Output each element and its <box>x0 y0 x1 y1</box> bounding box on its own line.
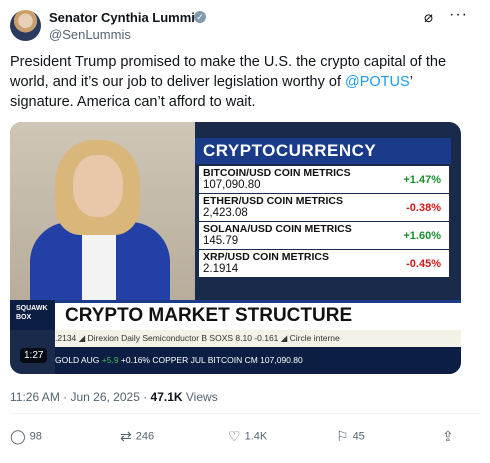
author-handle[interactable]: @SenLummis <box>49 27 131 42</box>
divider <box>10 413 480 414</box>
metric-row: ETHER/USD COIN METRICS 2,423.08 -0.38% <box>199 194 449 221</box>
views-count: 47.1K <box>150 390 183 404</box>
metric-row: BITCOIN/USD COIN METRICS 107,090.80 +1.4… <box>199 166 449 193</box>
metric-label: SOLANA/USD COIN METRICS <box>203 223 352 235</box>
more-options-icon[interactable]: ··· <box>449 6 468 24</box>
stock-ticker-bottom: GOLD AUG +5.9 +0.16% COPPER JUL BITCOIN … <box>55 347 461 374</box>
retweet-button[interactable]: ⇄ 246 <box>120 428 154 445</box>
crypto-panel: CRYPTOCURRENCY BITCOIN/USD COIN METRICS … <box>195 138 451 298</box>
share-icon: ⇪ <box>442 428 454 444</box>
panel-title: CRYPTOCURRENCY <box>195 138 451 164</box>
lower-third-banner: CRYPTO MARKET STRUCTURE <box>55 300 461 330</box>
metric-row: XRP/USD COIN METRICS 2.1914 -0.45% <box>199 250 449 277</box>
tweet-text: President Trump promised to make the U.S… <box>10 52 480 112</box>
mention-link[interactable]: @POTUS <box>345 74 410 90</box>
ticker-gold-change: +5.9 <box>101 355 119 365</box>
author-name[interactable]: Senator Cynthia Lummis <box>49 10 202 25</box>
metric-label: BITCOIN/USD COIN METRICS <box>203 167 351 179</box>
like-icon: ♡ <box>228 428 241 444</box>
share-button[interactable]: ⇪ <box>442 428 458 445</box>
tweet-meta: 11:26 AM · Jun 26, 2025 · 47.1K Views <box>10 390 218 404</box>
metric-label: XRP/USD COIN METRICS <box>203 251 330 263</box>
metric-change: -0.45% <box>406 258 441 270</box>
stock-ticker-top: .2134 ◢ Direxion Daily Semiconductor B S… <box>55 330 461 347</box>
avatar[interactable] <box>10 10 41 41</box>
bookmark-icon: ⚐ <box>336 428 349 444</box>
metric-change: +1.60% <box>403 230 441 242</box>
reply-count: 98 <box>29 430 42 443</box>
speaker-face <box>73 155 123 217</box>
metric-price: 2.1914 <box>203 263 239 275</box>
metric-price: 107,090.80 <box>203 179 261 191</box>
bookmark-button[interactable]: ⚐ 45 <box>336 428 365 445</box>
retweet-count: 246 <box>135 430 155 443</box>
reply-icon: ◯ <box>10 428 26 444</box>
video-frame-speaker <box>10 122 195 302</box>
metric-price: 2,423.08 <box>203 207 248 219</box>
metric-label: ETHER/USD COIN METRICS <box>203 195 344 207</box>
grok-icon[interactable]: ⌀ <box>424 8 433 26</box>
timestamp[interactable]: 11:26 AM · Jun 26, 2025 · <box>10 390 151 404</box>
metric-row: SOLANA/USD COIN METRICS 145.79 +1.60% <box>199 222 449 249</box>
views-label: Views <box>182 390 218 404</box>
ticker-gold: GOLD AUG <box>55 355 102 365</box>
bookmark-count: 45 <box>352 430 365 443</box>
metric-change: -0.38% <box>406 202 441 214</box>
action-bar: ◯ 98 ⇄ 246 ♡ 1.4K ⚐ 45 ⇪ <box>10 422 470 452</box>
like-count: 1.4K <box>244 430 268 443</box>
retweet-icon: ⇄ <box>120 428 132 444</box>
verified-badge-icon: ✓ <box>194 11 206 23</box>
like-button[interactable]: ♡ 1.4K <box>228 428 267 445</box>
metric-price: 145.79 <box>203 235 239 247</box>
ticker-rest: +0.16% COPPER JUL BITCOIN CM 107,090.80 <box>118 355 303 365</box>
show-logo: SQUAWK BOX <box>10 300 55 330</box>
video-player[interactable]: CRYPTOCURRENCY BITCOIN/USD COIN METRICS … <box>10 122 461 374</box>
metric-change: +1.47% <box>403 174 441 186</box>
reply-button[interactable]: ◯ 98 <box>10 428 42 445</box>
video-duration: 1:27 <box>20 348 48 363</box>
